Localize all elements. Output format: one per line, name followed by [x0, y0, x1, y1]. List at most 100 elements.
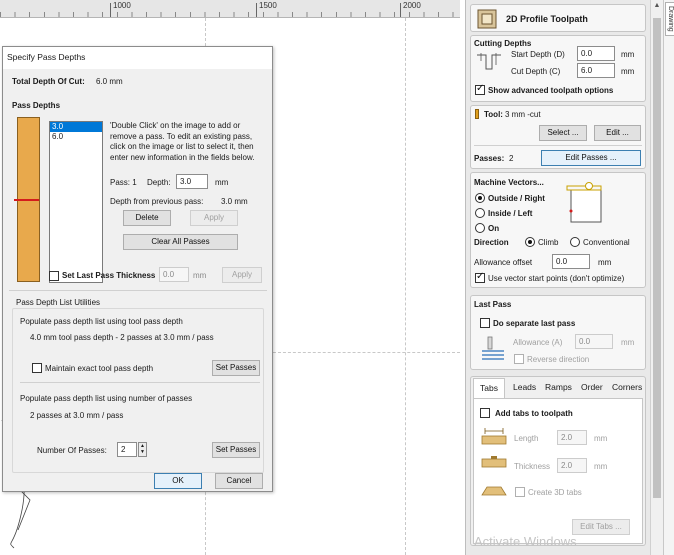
start-depth-unit: mm: [621, 50, 635, 59]
ruler-label: 2000: [403, 1, 421, 10]
activation-watermark: Activate Windows: [474, 534, 577, 549]
length-unit: mm: [594, 434, 608, 443]
start-depth-label: Start Depth (D): [511, 50, 565, 59]
ruler-major-tick: [110, 3, 111, 17]
allowance-offset-input[interactable]: 0.0: [552, 254, 590, 269]
select-tool-button[interactable]: Select ...: [539, 125, 587, 141]
list-item[interactable]: 6.0: [50, 132, 102, 142]
number-of-passes-input[interactable]: 2: [117, 442, 137, 457]
edit-passes-button[interactable]: Edit Passes ...: [541, 150, 641, 166]
clear-all-passes-button[interactable]: Clear All Passes: [123, 234, 238, 250]
climb-radio[interactable]: [525, 237, 535, 247]
chevron-down-icon[interactable]: ▼: [139, 449, 146, 455]
ruler-label: 1500: [259, 1, 277, 10]
horizontal-ruler: 1000 1500 2000: [0, 0, 460, 18]
tab-leads[interactable]: Leads: [513, 382, 536, 392]
last-pass-heading: Last Pass: [474, 300, 512, 309]
tab-ramps[interactable]: Ramps: [545, 382, 572, 392]
scroll-up-icon[interactable]: ▲: [651, 2, 663, 9]
conventional-radio[interactable]: [570, 237, 580, 247]
outside-right-radio[interactable]: [475, 193, 485, 203]
use-vector-start-checkbox[interactable]: [475, 271, 485, 283]
ruler-major-tick: [400, 3, 401, 17]
pass-depth-image[interactable]: [14, 117, 40, 282]
edit-tabs-button[interactable]: Edit Tabs ...: [572, 519, 630, 535]
guide-line: [273, 352, 460, 353]
depth-from-previous-value: 3.0 mm: [221, 197, 248, 206]
total-depth-value: 6.0 mm: [96, 77, 123, 86]
tool-name: 3 mm -cut: [505, 110, 541, 119]
tab-length-icon: [481, 428, 507, 445]
tab-tabs[interactable]: Tabs: [473, 378, 505, 398]
apply-button[interactable]: Apply: [190, 210, 238, 226]
reverse-direction-label: Reverse direction: [527, 355, 590, 364]
divider: [20, 382, 260, 383]
tab-corners[interactable]: Corners: [612, 382, 642, 392]
tool-pass-info: 4.0 mm tool pass depth - 2 passes at 3.0…: [30, 333, 214, 342]
cancel-button[interactable]: Cancel: [215, 473, 263, 489]
maintain-exact-checkbox[interactable]: [32, 363, 42, 373]
thickness-input[interactable]: 2.0: [557, 458, 587, 473]
panel-scrollbar[interactable]: ▲: [650, 0, 663, 555]
pass-label: Pass: 1: [110, 178, 137, 187]
length-input[interactable]: 2.0: [557, 430, 587, 445]
depth-unit: mm: [215, 178, 229, 187]
set-last-pass-apply-button[interactable]: Apply: [222, 267, 262, 283]
options-tabs-section: Tabs Leads Ramps Order Corners Add tabs …: [470, 376, 646, 546]
set-passes-button[interactable]: Set Passes: [212, 360, 260, 376]
cut-depth-input[interactable]: 6.0: [577, 63, 615, 78]
toolpath-panel: 2D Profile Toolpath Cutting Depths Start…: [465, 0, 650, 555]
on-label: On: [488, 224, 500, 233]
total-depth-label: Total Depth Of Cut:: [12, 77, 85, 86]
pass-marker[interactable]: [14, 199, 39, 201]
delete-button[interactable]: Delete: [123, 210, 171, 226]
help-text: 'Double Click' on the image to add or re…: [110, 121, 255, 162]
list-item[interactable]: 3.0: [50, 122, 102, 132]
machine-vectors-section: Machine Vectors... Outside / Right Insid…: [470, 172, 646, 288]
create-3d-tabs-label: Create 3D tabs: [528, 488, 582, 497]
climb-label: Climb: [538, 238, 559, 247]
tab-thickness-icon: [481, 456, 507, 468]
do-separate-last-pass-checkbox[interactable]: [480, 318, 490, 328]
tab-order[interactable]: Order: [581, 382, 603, 392]
inside-left-radio[interactable]: [475, 208, 485, 218]
depth-input[interactable]: 3.0: [176, 174, 208, 189]
ok-button[interactable]: OK: [154, 473, 202, 489]
panel-title: 2D Profile Toolpath: [506, 14, 588, 24]
on-radio[interactable]: [475, 223, 485, 233]
last-pass-allowance-input[interactable]: 0.0: [575, 334, 613, 349]
depth-diagram-icon: [477, 53, 501, 70]
number-of-passes-stepper[interactable]: ▲ ▼: [138, 442, 147, 457]
dialog-title[interactable]: Specify Pass Depths: [3, 47, 272, 69]
tool-section: Tool: 3 mm -cut Select ... Edit ... Pass…: [470, 105, 646, 169]
divider: [9, 290, 267, 291]
set-last-pass-input[interactable]: 0.0: [159, 267, 189, 282]
reverse-direction-checkbox[interactable]: [514, 354, 524, 364]
inside-left-label: Inside / Left: [488, 209, 533, 218]
direction-label: Direction: [474, 238, 509, 247]
scroll-thumb[interactable]: [653, 18, 661, 498]
populate-number-label: Populate pass depth list using number of…: [20, 394, 193, 403]
side-tab-drawing[interactable]: Drawing: [665, 2, 674, 36]
last-pass-allowance-unit: mm: [621, 338, 635, 347]
number-of-passes-info: 2 passes at 3.0 mm / pass: [30, 411, 124, 420]
allowance-offset-unit: mm: [598, 258, 612, 267]
tab-bar: Tabs Leads Ramps Order Corners: [471, 377, 645, 399]
set-last-pass-label: Set Last Pass Thickness: [62, 271, 156, 280]
create-3d-tabs-checkbox[interactable]: [515, 487, 525, 497]
edit-tool-button[interactable]: Edit ...: [594, 125, 641, 141]
tool-label: Tool:: [484, 110, 503, 119]
set-last-pass-checkbox[interactable]: [49, 271, 59, 281]
ruler-label: 1000: [113, 1, 131, 10]
cutting-depths-heading: Cutting Depths: [474, 39, 532, 48]
show-advanced-checkbox[interactable]: [475, 83, 485, 95]
passes-label: Passes:: [474, 154, 505, 163]
passes-value: 2: [509, 154, 514, 163]
add-tabs-checkbox[interactable]: [480, 408, 490, 418]
show-advanced-label: Show advanced toolpath options: [488, 86, 614, 95]
start-depth-input[interactable]: 0.0: [577, 46, 615, 61]
use-vector-start-label: Use vector start points (don't optimize): [488, 274, 625, 283]
pass-depth-list[interactable]: 3.0 6.0: [49, 121, 103, 283]
set-passes-number-button[interactable]: Set Passes: [212, 442, 260, 458]
side-tab-strip: Drawing: [663, 0, 674, 555]
